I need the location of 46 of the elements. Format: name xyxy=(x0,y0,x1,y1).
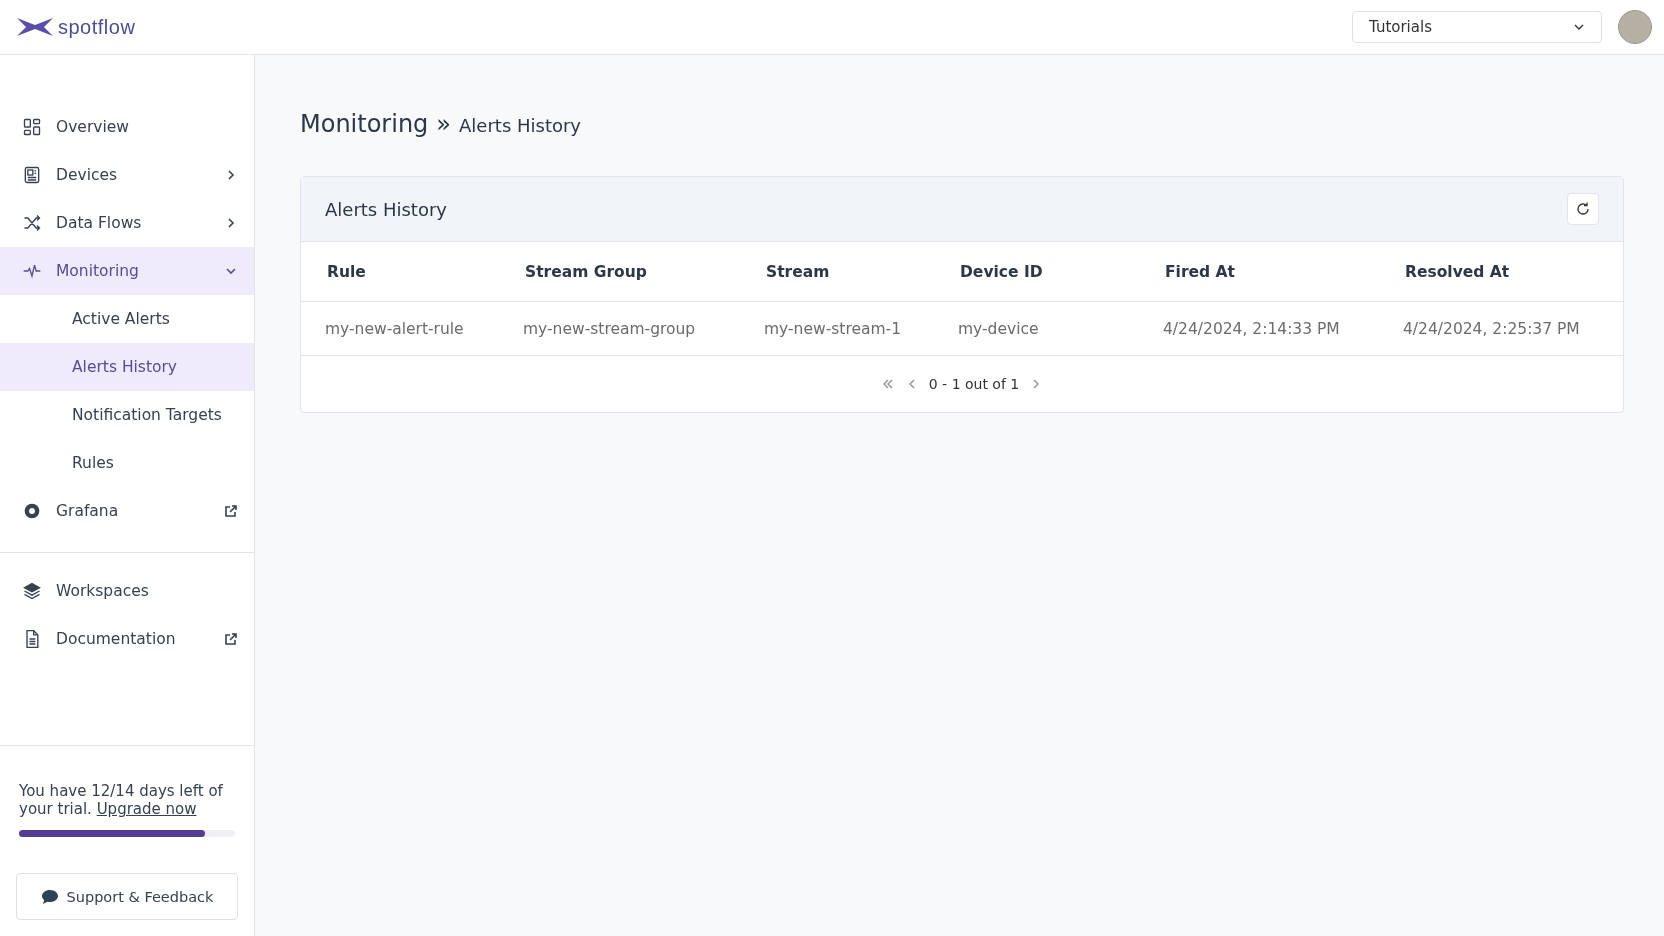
nav-item[interactable]: Devices xyxy=(0,151,254,199)
first-page-button[interactable] xyxy=(880,377,895,391)
logo-icon xyxy=(16,16,54,38)
table-cell-text: my-new-stream-1 xyxy=(764,318,902,340)
chat-bubble-icon xyxy=(40,888,59,905)
page-range: 0 - 1 out of 1 xyxy=(928,376,1020,392)
nav-subitem[interactable]: Notification Targets xyxy=(0,391,254,439)
external-link-icon xyxy=(224,504,238,518)
upgrade-link[interactable]: Upgrade now xyxy=(96,800,197,818)
support-button[interactable]: Support & Feedback xyxy=(16,873,238,920)
layers-icon xyxy=(22,581,42,601)
column-header: Fired At xyxy=(1164,261,1236,283)
table-cell-text: my-new-alert-rule xyxy=(325,318,465,340)
grid-icon xyxy=(22,117,42,137)
refresh-icon xyxy=(1575,201,1591,217)
nav-subitem[interactable]: Rules xyxy=(0,439,254,487)
workspace-select[interactable]: Tutorials xyxy=(1352,11,1602,43)
column-header: Device ID xyxy=(959,261,1044,283)
logo-text: spotflow xyxy=(58,15,136,39)
table-cell-text: 4/24/2024, 2:14:33 PM xyxy=(1163,318,1341,340)
column-header: Rule xyxy=(326,261,367,283)
nav-item[interactable]: Workspaces xyxy=(0,567,254,615)
page-title: Alerts History xyxy=(459,115,581,136)
nav-item[interactable]: Monitoring xyxy=(0,247,254,295)
nav-item[interactable]: Data Flows xyxy=(0,199,254,247)
column-header: Stream xyxy=(765,261,831,283)
column-header: Stream Group xyxy=(524,261,648,283)
table-cell-text: my-new-stream-group xyxy=(523,318,697,340)
trial-text: You have 12/14 days left of your trial. Upgrade now xyxy=(19,782,224,818)
breadcrumb-separator: » xyxy=(436,110,452,138)
nav-item[interactable]: Overview xyxy=(0,103,254,151)
nav-subitem[interactable]: Active Alerts xyxy=(0,295,254,343)
nav-item[interactable]: Documentation xyxy=(0,615,254,663)
external-link-icon xyxy=(224,632,238,646)
breadcrumb-parent[interactable]: Monitoring xyxy=(300,110,429,138)
nav-subitem[interactable]: Alerts History xyxy=(0,343,254,391)
nav-item[interactable]: Grafana xyxy=(0,487,254,535)
chip-icon xyxy=(22,165,42,185)
refresh-button[interactable] xyxy=(1567,193,1599,225)
column-header: Resolved At xyxy=(1404,261,1511,283)
double-chevron-left-icon xyxy=(880,377,895,391)
table-cell-text: 4/24/2024, 2:25:37 PM xyxy=(1403,318,1581,340)
shuffle-icon xyxy=(22,213,42,233)
card-title: Alerts History xyxy=(325,198,447,220)
table-cell-text: my-device xyxy=(958,318,1040,340)
avatar[interactable] xyxy=(1618,10,1652,44)
